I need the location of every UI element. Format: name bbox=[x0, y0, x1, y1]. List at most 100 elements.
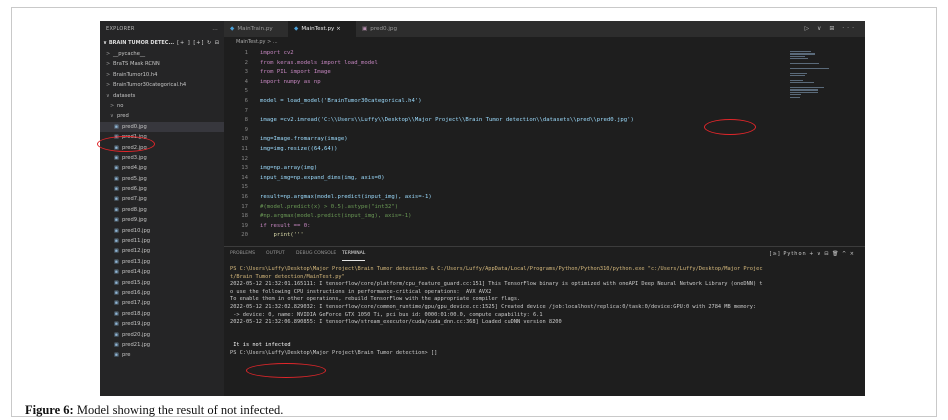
python-file-icon: ◆ bbox=[230, 26, 235, 32]
tab-problems[interactable]: PROBLEMS bbox=[230, 247, 255, 261]
tree-item-label: pred13.jpg bbox=[122, 258, 151, 265]
explorer-actions[interactable]: [+ ] [+] ↻ ⊟ bbox=[177, 37, 220, 49]
tree-item-label: BrainTumor30categorical.h4 bbox=[113, 82, 187, 89]
code-line[interactable]: image =cv2.imread('C:\\Users\\Luffy\\Des… bbox=[260, 117, 634, 123]
code-line[interactable]: model = load_model('BrainTumor30categori… bbox=[260, 98, 422, 104]
terminal-line: PS C:\Users\Luffy\Desktop\Major Project\… bbox=[230, 349, 438, 356]
file-item[interactable]: ▣ pred15.jpg bbox=[100, 278, 224, 288]
code-line[interactable]: import numpy as np bbox=[260, 79, 321, 85]
file-tree: > __pycache__ > BraTS Mask RCNN > BrainTumor1… bbox=[100, 49, 224, 361]
file-item[interactable]: ▣ pre bbox=[100, 350, 224, 360]
code-line[interactable]: from PIL import Image bbox=[260, 69, 331, 75]
editor-actions[interactable]: ▷ ∨ ⊞ ··· bbox=[805, 21, 857, 37]
file-item[interactable]: ▣ pred16.jpg bbox=[100, 288, 224, 298]
folder-item[interactable]: > __pycache__ bbox=[100, 49, 224, 59]
code-line[interactable]: #(model.predict(x) > 0.5).astype("int32"… bbox=[260, 204, 398, 210]
file-item[interactable]: ▣ pred3.jpg bbox=[100, 153, 224, 163]
tree-item-label: pre bbox=[122, 352, 131, 359]
file-item[interactable]: ▣ pred11.jpg bbox=[100, 236, 224, 246]
code-line[interactable]: #np.argmax(model.predict(input_img), axi… bbox=[260, 213, 412, 219]
tab-output[interactable]: OUTPUT bbox=[266, 247, 285, 261]
explorer-title: EXPLORER bbox=[106, 26, 135, 32]
tab-pred0[interactable]: ▣ pred0.jpg bbox=[356, 21, 416, 37]
image-file-icon: ▣ bbox=[114, 165, 119, 172]
folder-item[interactable]: ∨ pred bbox=[100, 111, 224, 121]
terminal-output[interactable]: PS C:\Users\Luffy\Desktop\Major Project\… bbox=[230, 266, 860, 357]
minimap-line bbox=[790, 51, 811, 53]
image-file-icon: ▣ bbox=[114, 196, 119, 203]
image-file-icon: ▣ bbox=[114, 300, 119, 307]
explorer-header: EXPLORER ... bbox=[100, 21, 224, 37]
line-number: 9 bbox=[244, 126, 248, 133]
code-line[interactable]: img=np.array(img) bbox=[260, 165, 317, 171]
tab-debug-console[interactable]: DEBUG CONSOLE bbox=[296, 247, 336, 261]
file-item[interactable]: ▣ pred12.jpg bbox=[100, 246, 224, 256]
file-item[interactable]: ▣ pred10.jpg bbox=[100, 226, 224, 236]
more-actions-icon[interactable]: ... bbox=[212, 21, 218, 37]
tab-maintest[interactable]: ◆ MainTest.py × bbox=[288, 21, 356, 37]
file-item[interactable]: ▣ pred8.jpg bbox=[100, 205, 224, 215]
code-line[interactable]: print(''' bbox=[260, 232, 303, 238]
tree-item-label: pred8.jpg bbox=[122, 206, 147, 213]
image-file-icon: ▣ bbox=[114, 279, 119, 286]
explorer-sidebar: EXPLORER ... ∨ BRAIN TUMOR DETEC... [+ ]… bbox=[100, 21, 224, 396]
line-number: 10 bbox=[241, 136, 248, 143]
figure-text: Model showing the result of not infected… bbox=[73, 403, 284, 417]
code-line[interactable]: if result == 0: bbox=[260, 223, 311, 229]
file-item[interactable]: ▣ pred18.jpg bbox=[100, 309, 224, 319]
code-line[interactable]: result=np.argmax(model.predict(input_img… bbox=[260, 194, 432, 200]
minimap-line bbox=[790, 91, 818, 93]
code-line[interactable]: import cv2 bbox=[260, 50, 294, 56]
project-section[interactable]: ∨ BRAIN TUMOR DETEC... [+ ] [+] ↻ ⊟ bbox=[100, 37, 224, 49]
close-icon[interactable]: × bbox=[336, 26, 341, 32]
minimap-line bbox=[790, 75, 806, 77]
chevron-right-icon: > bbox=[106, 71, 111, 78]
image-file-icon: ▣ bbox=[114, 331, 119, 338]
file-item[interactable]: ▣ pred0.jpg bbox=[100, 121, 224, 133]
folder-item[interactable]: > BraTS Mask RCNN bbox=[100, 59, 224, 69]
code-line[interactable]: input_img=np.expand_dims(img, axis=0) bbox=[260, 175, 385, 181]
code-editor[interactable]: 1 import cv2 2 from keras.models import loa… bbox=[224, 48, 804, 246]
folder-item[interactable]: ∨ datasets bbox=[100, 91, 224, 101]
code-line[interactable]: img=img.resize((64,64)) bbox=[260, 146, 337, 152]
minimap-line bbox=[790, 63, 820, 65]
image-file-icon: ▣ bbox=[114, 341, 119, 348]
project-title: BRAIN TUMOR DETEC... bbox=[108, 40, 175, 46]
file-item[interactable]: ▣ pred7.jpg bbox=[100, 194, 224, 204]
tree-item-label: __pycache__ bbox=[113, 51, 146, 57]
file-item[interactable]: ▣ pred21.jpg bbox=[100, 340, 224, 350]
file-item[interactable]: ▣ pred5.jpg bbox=[100, 174, 224, 184]
line-number: 2 bbox=[244, 59, 248, 66]
file-item[interactable]: ▣ pred19.jpg bbox=[100, 319, 224, 329]
folder-item[interactable]: > BrainTumor10.h4 bbox=[100, 70, 224, 80]
file-item[interactable]: ▣ pred13.jpg bbox=[100, 257, 224, 267]
file-item[interactable]: ▣ pred17.jpg bbox=[100, 298, 224, 308]
file-item[interactable]: ▣ pred20.jpg bbox=[100, 330, 224, 340]
tab-maintrain[interactable]: ◆ MainTrain.py bbox=[224, 21, 288, 37]
tree-item-label: pred7.jpg bbox=[122, 196, 147, 203]
editor-tabs: ◆ MainTrain.py ◆ MainTest.py × ▣ pred0.jpg … bbox=[224, 21, 865, 37]
file-item[interactable]: ▣ pred6.jpg bbox=[100, 184, 224, 194]
tab-terminal[interactable]: TERMINAL bbox=[342, 247, 366, 261]
folder-item[interactable]: > no bbox=[100, 101, 224, 111]
image-file-icon: ▣ bbox=[114, 238, 119, 245]
file-item[interactable]: ▣ pred9.jpg bbox=[100, 215, 224, 225]
image-file-icon: ▣ bbox=[114, 321, 119, 328]
minimap-line bbox=[790, 82, 814, 84]
line-number: 4 bbox=[244, 78, 248, 85]
panel-actions[interactable]: [≥] Python + ∨ ⊟ 🗑 ^ × bbox=[770, 247, 855, 261]
chevron-right-icon: > bbox=[106, 82, 111, 89]
tree-item-label: pred5.jpg bbox=[122, 175, 147, 182]
terminal-line: To enable them in other operations, rebu… bbox=[230, 296, 521, 303]
image-file-icon: ▣ bbox=[114, 123, 119, 130]
folder-item[interactable]: > BrainTumor30categorical.h4 bbox=[100, 80, 224, 90]
panel-tabs: PROBLEMS OUTPUT DEBUG CONSOLE TERMINAL [… bbox=[224, 247, 865, 261]
code-line[interactable]: from keras.models import load_model bbox=[260, 60, 378, 66]
tree-item-label: pred16.jpg bbox=[122, 289, 151, 296]
code-line[interactable]: img=Image.fromarray(image) bbox=[260, 136, 348, 142]
file-item[interactable]: ▣ pred14.jpg bbox=[100, 267, 224, 277]
file-item[interactable]: ▣ pred4.jpg bbox=[100, 163, 224, 173]
minimap[interactable] bbox=[790, 51, 848, 111]
